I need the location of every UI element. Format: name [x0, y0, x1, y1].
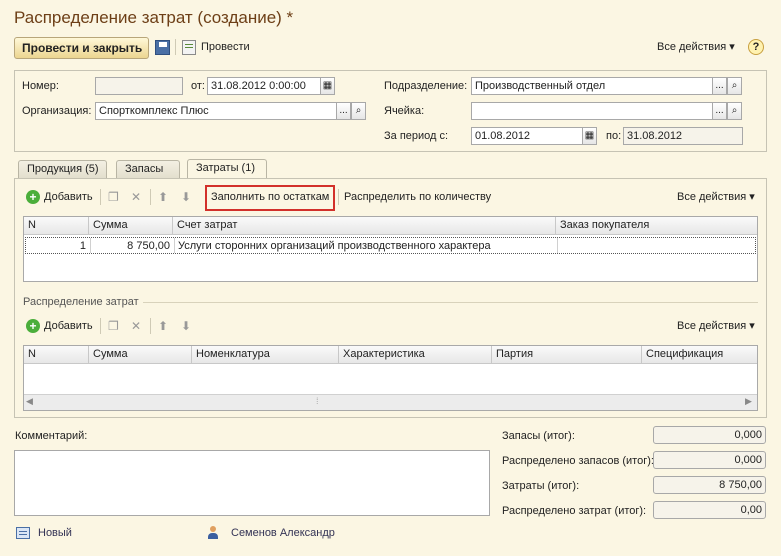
total-distributed-costs-label: Распределено затрат (итог):	[502, 505, 647, 517]
help-icon[interactable]: ?	[748, 39, 764, 55]
org-select-button[interactable]: ...	[336, 102, 351, 120]
org-field[interactable]: Спорткомплекс Плюс	[95, 102, 337, 120]
column-header-account[interactable]: Счет затрат	[173, 217, 556, 235]
dept-field[interactable]: Производственный отдел	[471, 77, 713, 95]
tab-costs[interactable]: Затраты (1)	[187, 159, 267, 179]
dept-label: Подразделение:	[384, 80, 468, 92]
move-down-icon[interactable]: ⬇	[181, 318, 191, 334]
delete-icon[interactable]: ✕	[131, 318, 141, 334]
toolbar-separator	[150, 189, 151, 205]
move-down-icon[interactable]: ⬇	[181, 189, 191, 205]
period-to-label: по:	[606, 130, 622, 142]
comment-field[interactable]	[14, 450, 490, 516]
comment-label: Комментарий:	[15, 430, 88, 442]
add-icon: +	[26, 190, 40, 204]
document-state: Новый	[38, 527, 72, 539]
total-distributed-costs-value: 0,00	[653, 501, 766, 519]
column-header-n[interactable]: N	[24, 217, 89, 235]
cell-label: Ячейка:	[384, 105, 425, 117]
add-cost-button[interactable]: Добавить	[44, 189, 93, 205]
costs-all-actions-menu[interactable]: Все действия ▾	[677, 189, 755, 205]
total-distributed-stock-value: 0,000	[653, 451, 766, 469]
all-actions-menu[interactable]: Все действия ▾	[657, 39, 735, 55]
column-header-nomenclature[interactable]: Номенклатура	[192, 346, 339, 364]
total-stock-value: 0,000	[653, 426, 766, 444]
calendar-icon[interactable]: ▦	[320, 77, 335, 95]
cell-field[interactable]	[471, 102, 713, 120]
toolbar-separator	[338, 189, 339, 205]
section-divider	[143, 302, 758, 303]
column-header-order[interactable]: Заказ покупателя	[556, 217, 757, 235]
tab-stock[interactable]: Запасы	[116, 160, 180, 178]
dept-search-icon[interactable]: ⌕	[727, 77, 742, 95]
distribution-table[interactable]: N Сумма Номенклатура Характеристика Парт…	[23, 345, 758, 411]
toolbar-separator	[150, 318, 151, 334]
window-title: Распределение затрат (создание) *	[14, 8, 294, 27]
cell-n: 1	[79, 240, 86, 252]
distribution-section-label: Распределение затрат	[23, 296, 139, 308]
add-distribution-button[interactable]: Добавить	[44, 318, 93, 334]
add-icon: +	[26, 319, 40, 333]
post-button[interactable]: Провести	[201, 39, 250, 55]
period-label: За период с:	[384, 130, 449, 142]
distribution-all-actions-menu[interactable]: Все действия ▾	[677, 318, 755, 334]
total-costs-value: 8 750,00	[653, 476, 766, 494]
post-icon[interactable]	[182, 40, 196, 55]
scroll-left-icon[interactable]: ◀	[26, 396, 33, 407]
date-label: от:	[191, 80, 205, 92]
user-icon	[207, 526, 219, 540]
column-header-sum[interactable]: Сумма	[89, 346, 192, 364]
date-field[interactable]: 31.08.2012 0:00:00	[207, 77, 321, 95]
scroll-right-icon[interactable]: ▶	[745, 396, 752, 407]
column-header-n[interactable]: N	[24, 346, 89, 364]
period-to-field[interactable]: 31.08.2012	[623, 127, 743, 145]
cell-select-button[interactable]: ...	[712, 102, 727, 120]
column-header-sum[interactable]: Сумма	[89, 217, 173, 235]
table-row[interactable]: 1 8 750,00 Услуги сторонних организаций …	[25, 237, 756, 254]
delete-icon[interactable]: ✕	[131, 189, 141, 205]
copy-icon[interactable]: ❐	[108, 318, 119, 334]
horizontal-scrollbar[interactable]: ◀ ⁞ ▶	[24, 394, 757, 410]
toolbar-separator	[100, 189, 101, 205]
period-from-field[interactable]: 01.08.2012	[471, 127, 583, 145]
move-up-icon[interactable]: ⬆	[158, 189, 168, 205]
column-header-specification[interactable]: Спецификация	[642, 346, 757, 364]
save-icon[interactable]	[155, 40, 170, 55]
document-icon	[16, 527, 30, 539]
total-costs-label: Затраты (итог):	[502, 480, 580, 492]
number-field[interactable]	[95, 77, 183, 95]
scroll-thumb[interactable]: ⁞	[316, 396, 319, 406]
toolbar-separator	[100, 318, 101, 334]
total-stock-label: Запасы (итог):	[502, 430, 575, 442]
tab-products[interactable]: Продукция (5)	[18, 160, 107, 178]
toolbar-separator	[175, 39, 176, 55]
number-label: Номер:	[22, 80, 59, 92]
costs-table[interactable]: N Сумма Счет затрат Заказ покупателя 1 8…	[23, 216, 758, 282]
cell-sum: 8 750,00	[127, 240, 170, 252]
column-header-batch[interactable]: Партия	[492, 346, 642, 364]
fill-by-balances-button[interactable]: Заполнить по остаткам	[211, 189, 329, 205]
total-distributed-stock-label: Распределено запасов (итог):	[502, 455, 654, 467]
cell-search-icon[interactable]: ⌕	[727, 102, 742, 120]
org-search-icon[interactable]: ⌕	[351, 102, 366, 120]
post-and-close-button[interactable]: Провести и закрыть	[14, 37, 149, 59]
dept-select-button[interactable]: ...	[712, 77, 727, 95]
column-header-characteristic[interactable]: Характеристика	[339, 346, 492, 364]
org-label: Организация:	[22, 105, 92, 117]
copy-icon[interactable]: ❐	[108, 189, 119, 205]
move-up-icon[interactable]: ⬆	[158, 318, 168, 334]
author-name: Семенов Александр	[231, 527, 335, 539]
cell-account: Услуги сторонних организаций производств…	[178, 240, 491, 252]
calendar-icon[interactable]: ▦	[582, 127, 597, 145]
distribute-by-quantity-button[interactable]: Распределить по количеству	[344, 189, 491, 205]
